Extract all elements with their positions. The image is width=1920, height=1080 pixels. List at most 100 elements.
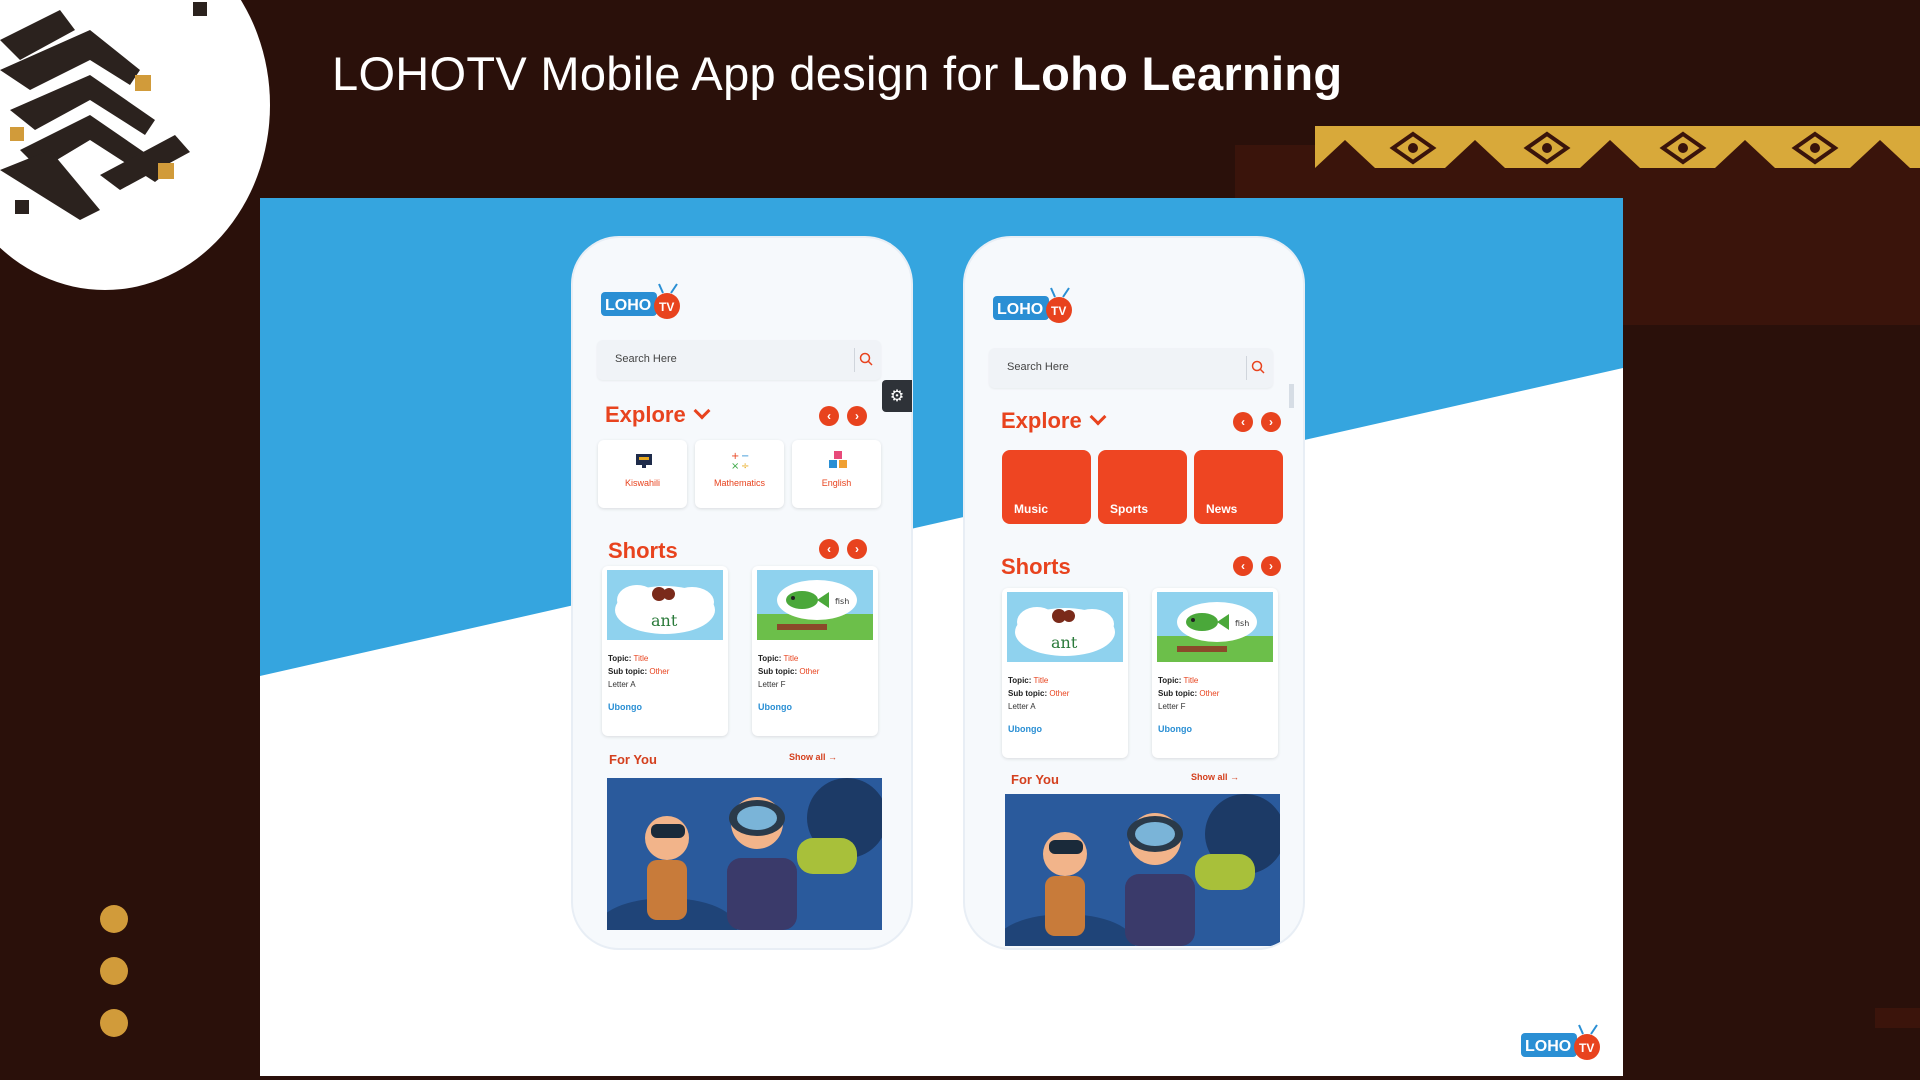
subtopic-label: Sub topic: [608, 667, 648, 676]
shorts-title: Shorts [608, 538, 678, 563]
shorts-nav: ‹ › [819, 539, 867, 559]
for-you-title: For You [1011, 772, 1059, 787]
short-thumbnail-ant: ant [607, 570, 723, 640]
prev-arrow-icon[interactable]: ‹ [1233, 412, 1253, 432]
thumbnail-word: fish [835, 597, 849, 606]
phone-mockup-1: LOHO TV Search Here Explore ‹ › Kiswahil… [573, 238, 911, 948]
category-card-kiswahili[interactable]: Kiswahili [598, 440, 687, 508]
decor-dot [100, 1009, 128, 1037]
svg-text:LOHO: LOHO [605, 297, 651, 314]
shorts-title: Shorts [1001, 554, 1071, 579]
short-brand-link[interactable]: Ubongo [758, 702, 792, 712]
explore-title[interactable]: Explore [605, 402, 711, 428]
book-icon [636, 454, 652, 468]
category-card-music[interactable]: Music [1002, 450, 1091, 524]
thumbnail-word: fish [1235, 619, 1249, 628]
tribal-pattern-strip [1315, 126, 1920, 168]
topic-label: Topic: [1158, 676, 1182, 685]
for-you-title: For You [609, 752, 657, 767]
short-brand-link[interactable]: Ubongo [608, 702, 642, 712]
shorts-nav: ‹ › [1233, 556, 1281, 576]
category-label: Music [1014, 502, 1049, 516]
presentation-canvas: LOHO TV Search Here Explore ‹ › Kiswahil… [260, 198, 1623, 1076]
prev-arrow-icon[interactable]: ‹ [819, 406, 839, 426]
search-divider [854, 348, 855, 372]
search-bar[interactable]: Search Here [989, 348, 1273, 388]
scrollbar[interactable] [1289, 384, 1294, 408]
next-arrow-icon[interactable]: › [847, 406, 867, 426]
shorts-row: ant Topic: Title Sub topic: Other Letter… [1002, 588, 1278, 758]
topic-value: Title [633, 654, 649, 663]
topic-label: Topic: [1008, 676, 1032, 685]
category-card-news[interactable]: News [1194, 450, 1283, 524]
blocks-icon [829, 451, 847, 468]
subtopic-label: Sub topic: [758, 667, 798, 676]
math-icon: + −× ÷ [731, 451, 749, 470]
subtopic-value: Other [1199, 689, 1220, 698]
explore-nav: ‹ › [819, 406, 867, 426]
letter-text: Letter A [608, 680, 636, 689]
decor-dots [100, 905, 128, 1061]
prev-arrow-icon[interactable]: ‹ [819, 539, 839, 559]
svg-text:LOHO: LOHO [997, 301, 1043, 318]
short-thumbnail-ant: ant [1007, 592, 1123, 662]
show-all-link[interactable]: Show all → [1191, 772, 1239, 782]
short-meta: Topic: Title Sub topic: Other Letter F [758, 652, 819, 691]
category-card-sports[interactable]: Sports [1098, 450, 1187, 524]
short-card[interactable]: fish Topic: Title Sub topic: Other Lette… [1152, 588, 1278, 758]
short-meta: Topic: Title Sub topic: Other Letter A [608, 652, 669, 691]
svg-text:TV: TV [1051, 304, 1066, 318]
svg-text:÷: ÷ [741, 461, 749, 470]
chevron-down-icon[interactable] [693, 402, 711, 420]
search-icon[interactable] [1251, 360, 1265, 374]
topic-label: Topic: [608, 654, 632, 663]
search-placeholder: Search Here [615, 353, 677, 365]
chevron-down-icon[interactable] [1089, 408, 1107, 426]
lohotv-corner-logo: LOHO TV [1521, 1021, 1603, 1068]
short-brand-link[interactable]: Ubongo [1008, 724, 1042, 734]
topic-value: Title [1033, 676, 1049, 685]
thumbnail-word: ant [651, 611, 678, 630]
me-brand-logo [0, 0, 270, 290]
shorts-row: ant Topic: Title Sub topic: Other Letter… [602, 566, 878, 736]
show-all-link[interactable]: Show all → [789, 752, 837, 762]
short-card[interactable]: ant Topic: Title Sub topic: Other Letter… [602, 566, 728, 736]
subtopic-value: Other [1049, 689, 1070, 698]
topic-value: Title [1183, 676, 1199, 685]
for-you-video-thumbnail[interactable] [1005, 794, 1280, 946]
explore-title-text: Explore [605, 402, 686, 427]
explore-title-text: Explore [1001, 408, 1082, 433]
svg-text:TV: TV [659, 300, 674, 314]
prev-arrow-icon[interactable]: ‹ [1233, 556, 1253, 576]
short-brand-link[interactable]: Ubongo [1158, 724, 1192, 734]
thumbnail-word: ant [1051, 633, 1078, 652]
svg-text:×: × [731, 461, 739, 470]
letter-text: Letter F [1158, 702, 1186, 711]
short-card[interactable]: ant Topic: Title Sub topic: Other Letter… [1002, 588, 1128, 758]
search-icon[interactable] [859, 352, 873, 366]
lohotv-logo: LOHO TV [601, 280, 683, 327]
short-thumbnail-fish: fish [1157, 592, 1273, 662]
decor-dot [100, 905, 128, 933]
letter-text: Letter F [758, 680, 786, 689]
next-arrow-icon[interactable]: › [1261, 412, 1281, 432]
next-arrow-icon[interactable]: › [1261, 556, 1281, 576]
topic-label: Topic: [758, 654, 782, 663]
search-bar[interactable]: Search Here [597, 340, 881, 380]
lohotv-logo: LOHO TV [993, 284, 1075, 331]
short-meta: Topic: Title Sub topic: Other Letter F [1158, 674, 1219, 713]
short-card[interactable]: fish Topic: Title Sub topic: Other Lette… [752, 566, 878, 736]
category-card-mathematics[interactable]: + − × ÷ Mathematics [695, 440, 784, 508]
subtopic-label: Sub topic: [1008, 689, 1048, 698]
category-label: News [1206, 502, 1238, 516]
blue-diagonal-background [260, 198, 1623, 676]
next-arrow-icon[interactable]: › [847, 539, 867, 559]
category-card-english[interactable]: English [792, 440, 881, 508]
svg-text:TV: TV [1579, 1041, 1594, 1055]
decor-dash [1875, 1008, 1920, 1028]
explore-title[interactable]: Explore [1001, 408, 1107, 434]
for-you-video-thumbnail[interactable] [607, 778, 882, 930]
settings-gear-icon[interactable]: ⚙ [882, 380, 912, 412]
subtopic-label: Sub topic: [1158, 689, 1198, 698]
svg-text:LOHO: LOHO [1525, 1038, 1571, 1055]
